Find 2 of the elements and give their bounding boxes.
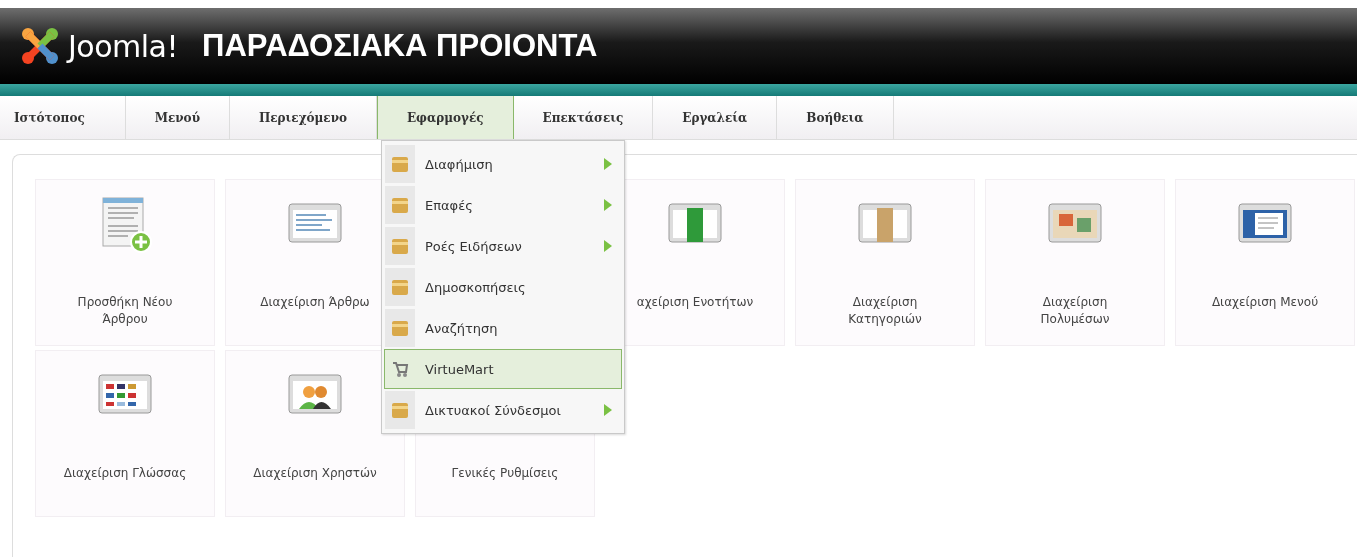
logo-text: Joomla!: [68, 28, 179, 64]
site-title: ΠΑΡΑΔΟΣΙΑΚΑ ΠΡΟΙΟΝΤΑ: [202, 28, 598, 64]
